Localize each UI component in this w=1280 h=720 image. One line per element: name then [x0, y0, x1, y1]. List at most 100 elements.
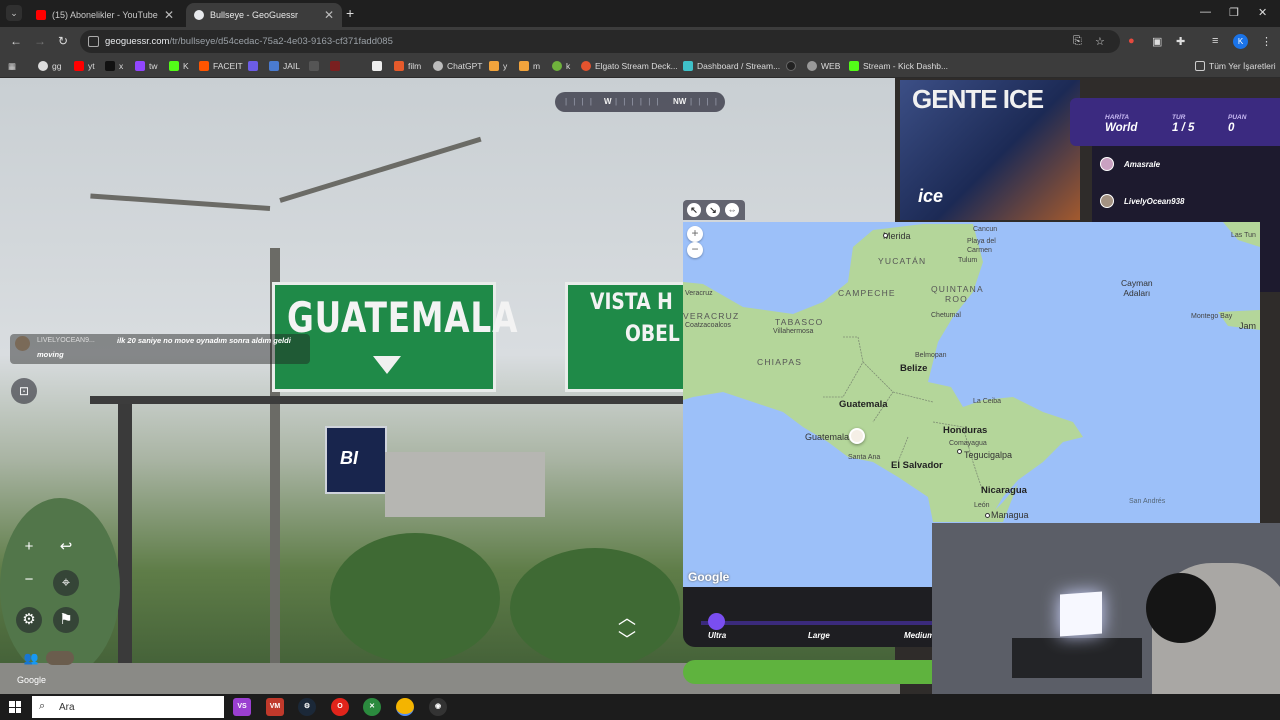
- city-label: Belmopan: [915, 352, 947, 359]
- tab-search-button[interactable]: ⌄: [6, 5, 22, 21]
- vscode-icon[interactable]: VS: [233, 698, 251, 716]
- city-marker: [957, 449, 962, 454]
- down-arrow-icon: [373, 356, 401, 374]
- bookmark-gg[interactable]: gg: [38, 61, 61, 71]
- bookmark-film[interactable]: film: [394, 61, 421, 71]
- stream-chat-message: LIVELYOCEAN9... ilk 20 saniye no move oy…: [10, 334, 310, 364]
- city-label: Veracruz: [685, 290, 713, 297]
- bookmark-jail[interactable]: JAIL: [269, 61, 300, 71]
- taskbar-search[interactable]: ⌕ Ara: [32, 696, 224, 718]
- bookmark-chatgpt[interactable]: ChatGPT: [433, 61, 482, 71]
- pin-map-icon[interactable]: ⇔: [725, 203, 739, 217]
- zoom-out-button[interactable]: −: [16, 567, 42, 593]
- move-back-arrow[interactable]: ﹀: [618, 626, 636, 652]
- x-icon: [105, 61, 115, 71]
- shrink-map-icon[interactable]: ↘: [706, 203, 720, 217]
- chat-message-continuation: moving: [37, 350, 64, 359]
- bookmark-faceit[interactable]: FACEIT: [199, 61, 243, 71]
- location-pin-icon: [194, 10, 204, 20]
- bookmark-kick-dashboard[interactable]: Stream - Kick Dashb...: [849, 61, 948, 71]
- extension-icon[interactable]: ▣: [1152, 35, 1162, 48]
- close-window-icon[interactable]: ✕: [1258, 6, 1267, 19]
- bookmark-y[interactable]: y: [489, 61, 507, 71]
- map-size-slider[interactable]: Ultra Large Medium: [683, 587, 934, 647]
- reading-list-icon[interactable]: ≡: [1212, 35, 1218, 47]
- chrome-icon[interactable]: [396, 698, 414, 716]
- settings-gear-icon[interactable]: ⚙: [16, 607, 42, 633]
- windows-start-icon[interactable]: [9, 701, 21, 713]
- party-members-icon[interactable]: 👥: [18, 645, 44, 671]
- return-to-start-icon[interactable]: ⌖: [53, 570, 79, 596]
- site-icon: [330, 61, 340, 71]
- city-label: Guatemala: [805, 432, 850, 442]
- road-sign-text: OBEL: [625, 322, 680, 347]
- bookmark-k[interactable]: K: [169, 61, 189, 71]
- forward-icon[interactable]: →: [34, 34, 46, 48]
- apps-icon[interactable]: ▦: [8, 61, 16, 72]
- search-placeholder: Ara: [59, 702, 75, 713]
- bookmark-web[interactable]: WEB: [807, 61, 840, 71]
- youtube-icon: [36, 10, 46, 20]
- tab-geoguessr[interactable]: Bullseye - GeoGuessr ✕: [186, 3, 342, 27]
- bookmark-icon-1[interactable]: [309, 61, 323, 71]
- all-bookmarks-folder[interactable]: Tüm Yer İşaretleri: [1195, 61, 1276, 71]
- site-icon: [372, 61, 382, 71]
- compass: | | | | W | | | | | | NW | | | |: [555, 92, 725, 112]
- tab-youtube[interactable]: (15) Abonelikler - YouTube ✕: [28, 3, 182, 27]
- restore-icon[interactable]: ❐: [1229, 6, 1239, 19]
- close-tab-icon[interactable]: ✕: [164, 8, 174, 22]
- install-app-icon[interactable]: ⎘: [1073, 35, 1082, 48]
- site-icon: [552, 61, 562, 71]
- guess-button[interactable]: [683, 660, 933, 684]
- undo-move-button[interactable]: ↩: [53, 534, 79, 560]
- minimize-icon[interactable]: —: [1200, 6, 1211, 18]
- size-option-medium[interactable]: Medium: [904, 631, 934, 640]
- globe-icon: [807, 61, 817, 71]
- slider-knob[interactable]: [708, 613, 725, 630]
- bookmark-x[interactable]: x: [105, 61, 123, 71]
- bookmark-icon-3[interactable]: [372, 61, 386, 71]
- xbox-icon[interactable]: ✕: [363, 698, 381, 716]
- profile-avatar[interactable]: K: [1233, 34, 1248, 49]
- city-label: Tulum: [958, 257, 978, 264]
- zoom-in-button[interactable]: +: [16, 534, 42, 560]
- map-zoom-in-button[interactable]: +: [687, 226, 703, 242]
- player-guess-marker[interactable]: [849, 428, 865, 444]
- size-option-ultra[interactable]: Ultra: [708, 631, 726, 640]
- opera-icon[interactable]: O: [331, 698, 349, 716]
- size-option-large[interactable]: Large: [808, 631, 830, 640]
- reload-icon[interactable]: ↻: [58, 34, 68, 48]
- menu-icon[interactable]: ⋮: [1261, 35, 1272, 48]
- site-icon: [786, 61, 796, 71]
- steam-icon[interactable]: ⚙: [298, 698, 316, 716]
- map-zoom-out-button[interactable]: −: [687, 242, 703, 258]
- bookmark-m[interactable]: m: [519, 61, 540, 71]
- back-icon[interactable]: ←: [10, 34, 22, 48]
- bookmark-star-icon[interactable]: ☆: [1095, 35, 1105, 48]
- enlarge-map-icon[interactable]: ↖: [687, 203, 701, 217]
- address-bar[interactable]: geoguessr.com/tr/bullseye/d54cedac-75a2-…: [80, 30, 1120, 53]
- bookmark-tw[interactable]: tw: [135, 61, 158, 71]
- browser-tab-strip: ⌄ (15) Abonelikler - YouTube ✕ Bullseye …: [0, 0, 1280, 27]
- bookmark-dark[interactable]: [786, 61, 800, 71]
- bookmark-elgato[interactable]: Elgato Stream Deck...: [581, 61, 678, 71]
- voicemod-icon[interactable]: VM: [266, 698, 284, 716]
- close-tab-icon[interactable]: ✕: [324, 8, 334, 22]
- flag-icon[interactable]: ⚑: [53, 607, 79, 633]
- bookmark-purple[interactable]: [248, 61, 262, 71]
- google-map-watermark: Google: [688, 570, 730, 584]
- browser-toolbar: ← → ↻ geoguessr.com/tr/bullseye/d54cedac…: [0, 27, 1280, 56]
- extensions-puzzle-icon[interactable]: ✚: [1176, 35, 1185, 48]
- bookmark-yt[interactable]: yt: [74, 61, 95, 71]
- road-sign-text: GUATEMALA: [287, 293, 519, 342]
- new-tab-button[interactable]: +: [346, 5, 354, 21]
- bookmark-icon-2[interactable]: [330, 61, 344, 71]
- report-icon[interactable]: ⊡: [11, 378, 37, 404]
- bookmark-k2[interactable]: k: [552, 61, 570, 71]
- city-label: Villahermosa: [773, 328, 814, 335]
- obs-icon[interactable]: ◉: [429, 698, 447, 716]
- extension-badge-icon[interactable]: ●: [1128, 35, 1135, 47]
- bookmark-dashboard[interactable]: Dashboard / Stream...: [683, 61, 780, 71]
- desk: [1012, 638, 1142, 678]
- site-info-icon[interactable]: [88, 36, 99, 47]
